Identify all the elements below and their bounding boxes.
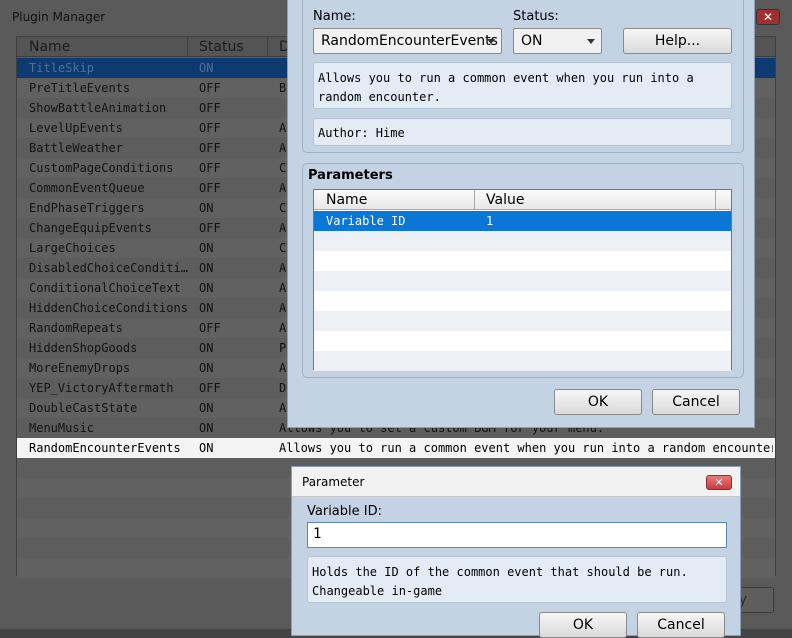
plugin-name: RandomEncounterEvents [29, 441, 181, 455]
plugin-settings-dialog: Name: RandomEncounterEvents Status: ON H… [287, 0, 755, 428]
plugin-status: OFF [199, 221, 221, 235]
close-icon[interactable]: ✕ [756, 9, 780, 25]
plugin-name: DoubleCastState [29, 401, 138, 415]
empty-row [314, 311, 731, 331]
empty-row [314, 271, 731, 291]
plugin-row[interactable]: RandomEncounterEvents ON Allows you to run… [17, 438, 775, 458]
parameter-dialog-titlebar: Parameter ✕ [292, 467, 740, 497]
plugin-name: LevelUpEvents [29, 121, 123, 135]
plugin-status: ON [199, 421, 214, 435]
plugin-name: EndPhaseTriggers [29, 201, 145, 215]
plugin-status: ON [199, 281, 214, 295]
column-header-param-name[interactable]: Name [326, 192, 367, 208]
plugin-name: CustomPageConditions [29, 161, 174, 175]
plugin-name: RandomRepeats [29, 321, 123, 335]
plugin-status: ON [199, 361, 214, 375]
plugin-name: ShowBattleAnimation [29, 101, 167, 115]
plugin-name: MoreEnemyDrops [29, 361, 131, 375]
plugin-status: ON [199, 441, 214, 455]
plugin-name: ConditionalChoiceText [29, 281, 181, 295]
plugin-status: ON [199, 201, 214, 215]
general-settings-group: Name: RandomEncounterEvents Status: ON H… [302, 0, 744, 153]
plugin-name: CommonEventQueue [29, 181, 145, 195]
variable-id-input[interactable]: 1 [307, 522, 727, 548]
empty-row [314, 231, 731, 251]
dialog-title: Parameter [302, 475, 365, 489]
parameter-value: 1 [486, 214, 494, 228]
plugin-name: YEP_VictoryAftermath [29, 381, 174, 395]
column-header-status[interactable]: Status [199, 39, 244, 55]
plugin-description: Allows you to run a common event when yo… [313, 62, 732, 109]
plugin-name: HiddenChoiceConditions [29, 301, 188, 315]
plugin-status: ON [199, 261, 214, 275]
ok-button[interactable]: OK [539, 612, 627, 638]
plugin-name: LargeChoices [29, 241, 116, 255]
column-divider[interactable] [187, 37, 188, 57]
plugin-name: PreTitleEvents [29, 81, 131, 95]
plugin-status: OFF [199, 121, 221, 135]
plugin-name: HiddenShopGoods [29, 341, 138, 355]
plugin-author: Author: Hime [313, 118, 732, 146]
plugin-name: TitleSkip [29, 61, 95, 75]
plugin-status: OFF [199, 141, 221, 155]
variable-id-label: Variable ID: [307, 504, 382, 519]
plugin-name: ChangeEquipEvents [29, 221, 152, 235]
empty-row [314, 351, 731, 371]
plugin-name-select[interactable]: RandomEncounterEvents [313, 28, 502, 54]
plugin-status: OFF [199, 101, 221, 115]
plugin-status: ON [199, 401, 214, 415]
column-header-param-value[interactable]: Value [486, 192, 524, 208]
column-divider[interactable] [474, 190, 475, 210]
ok-button[interactable]: OK [554, 389, 642, 415]
plugin-status: ON [199, 301, 214, 315]
parameters-group: Parameters Name Value Variable ID 1 [302, 163, 744, 378]
plugin-name-value: RandomEncounterEvents [321, 33, 498, 49]
plugin-status: ON [199, 241, 214, 255]
parameter-dialog: Parameter ✕ Variable ID: 1 Holds the ID … [291, 466, 741, 638]
plugin-status: OFF [199, 161, 221, 175]
parameters-table-header: Name Value [314, 190, 731, 210]
empty-row [314, 251, 731, 271]
plugin-status: OFF [199, 81, 221, 95]
plugin-name: BattleWeather [29, 141, 123, 155]
cancel-button[interactable]: Cancel [637, 612, 725, 638]
plugin-status: OFF [199, 321, 221, 335]
plugin-name: MenuMusic [29, 421, 95, 435]
chevron-down-icon [487, 39, 495, 44]
chevron-down-icon [587, 39, 595, 44]
plugin-status: ON [199, 341, 214, 355]
parameter-name: Variable ID [326, 214, 406, 228]
parameters-heading: Parameters [308, 168, 393, 183]
plugin-status: ON [199, 61, 214, 75]
status-value: ON [521, 33, 543, 49]
plugin-status: OFF [199, 381, 221, 395]
parameters-table[interactable]: Name Value Variable ID 1 [313, 189, 732, 371]
status-select[interactable]: ON [513, 28, 602, 54]
window-title: Plugin Manager [12, 10, 106, 24]
column-divider[interactable] [715, 190, 716, 210]
cancel-button[interactable]: Cancel [652, 389, 740, 415]
plugin-name: DisabledChoiceConditi… [29, 261, 188, 275]
help-button[interactable]: Help... [623, 28, 732, 54]
plugin-description: Allows you to run a common event when yo… [279, 441, 773, 455]
column-header-name[interactable]: Name [29, 39, 70, 55]
name-label: Name: [313, 9, 356, 24]
empty-row [314, 331, 731, 351]
empty-row [314, 291, 731, 311]
parameter-help-text: Holds the ID of the common event that sh… [307, 556, 727, 603]
column-divider[interactable] [267, 37, 268, 57]
close-icon[interactable]: ✕ [706, 475, 732, 490]
plugin-status: OFF [199, 181, 221, 195]
status-label: Status: [513, 9, 559, 24]
parameter-row[interactable]: Variable ID 1 [314, 211, 731, 231]
